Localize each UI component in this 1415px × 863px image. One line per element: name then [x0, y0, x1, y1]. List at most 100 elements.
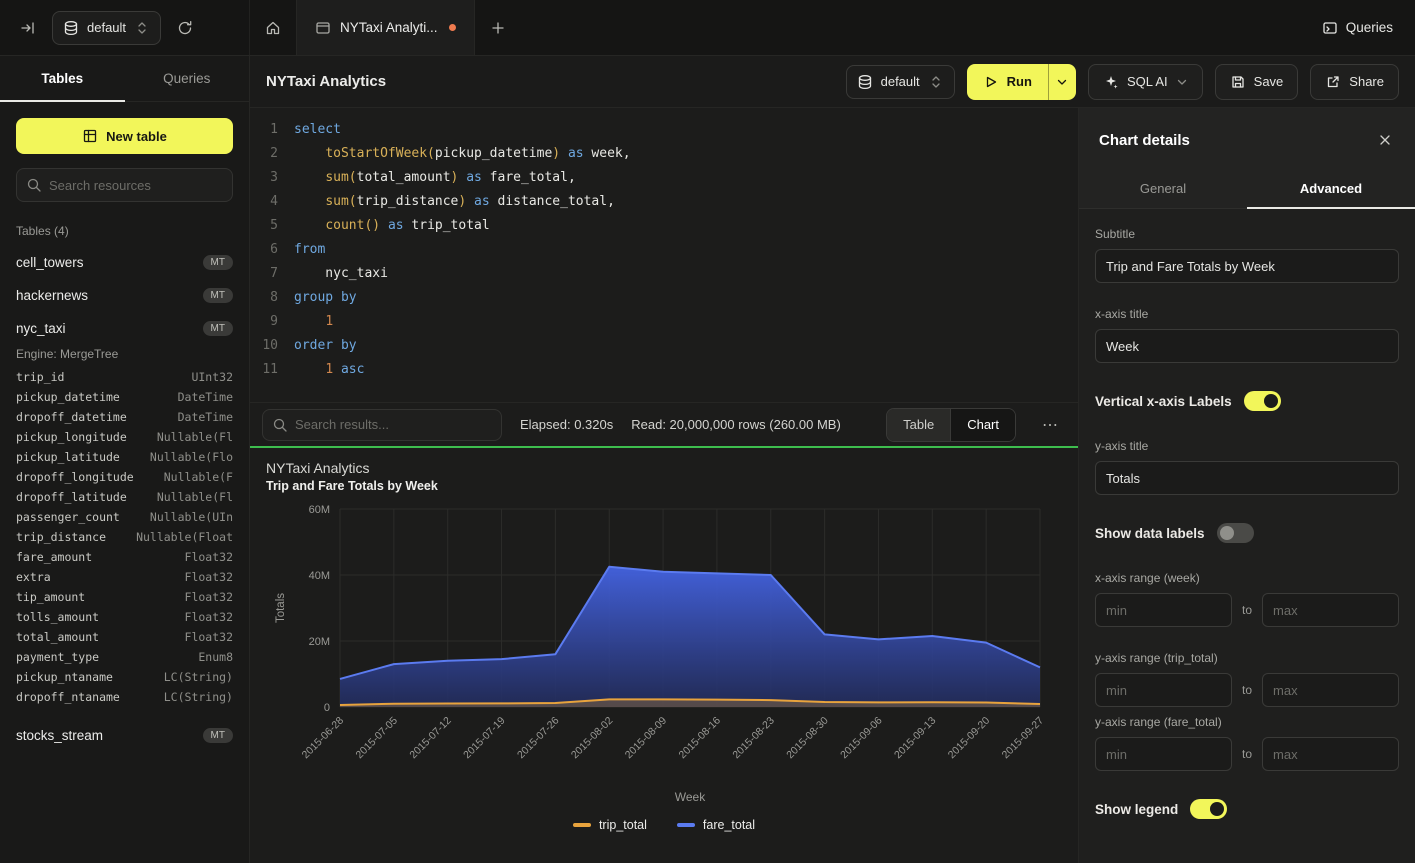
column-row[interactable]: dropoff_longitudeNullable(F — [0, 467, 249, 487]
new-tab-button[interactable] — [475, 0, 521, 55]
panel-tabs: General Advanced — [1079, 168, 1415, 209]
sidebar-tab-tables[interactable]: Tables — [0, 56, 125, 101]
view-chart-button[interactable]: Chart — [950, 409, 1015, 441]
column-name: dropoff_datetime — [16, 410, 127, 424]
yaxis-range-fare-max-input[interactable] — [1262, 737, 1399, 771]
code-text: from — [294, 238, 325, 262]
code-line[interactable]: 2 toStartOfWeek(pickup_datetime) as week… — [250, 142, 1078, 166]
column-type: DateTime — [178, 390, 233, 404]
plus-icon — [490, 20, 506, 36]
tab-advanced[interactable]: Advanced — [1247, 168, 1415, 208]
xaxis-range-min-input[interactable] — [1095, 593, 1232, 627]
show-legend-row: Show legend — [1095, 799, 1399, 819]
show-legend-toggle[interactable] — [1190, 799, 1227, 819]
svg-text:2015-08-09: 2015-08-09 — [623, 715, 670, 762]
column-row[interactable]: dropoff_latitudeNullable(Fl — [0, 487, 249, 507]
queries-button-label: Queries — [1346, 20, 1393, 35]
legend-item[interactable]: trip_total — [573, 818, 647, 832]
yaxis-range-trip-field: y-axis range (trip_total) to — [1095, 651, 1399, 707]
sql-editor[interactable]: 1select2 toStartOfWeek(pickup_datetime) … — [250, 108, 1078, 402]
column-row[interactable]: fare_amountFloat32 — [0, 547, 249, 567]
table-row[interactable]: nyc_taxiMT — [0, 312, 249, 345]
run-button[interactable]: Run — [967, 64, 1048, 100]
home-button[interactable] — [250, 0, 296, 55]
search-results-input[interactable] — [262, 409, 502, 441]
collapse-sidebar-button[interactable] — [14, 14, 42, 42]
xaxis-range-max-input[interactable] — [1262, 593, 1399, 627]
column-row[interactable]: trip_idUInt32 — [0, 367, 249, 387]
column-row[interactable]: pickup_latitudeNullable(Flo — [0, 447, 249, 467]
column-row[interactable]: dropoff_datetimeDateTime — [0, 407, 249, 427]
table-row[interactable]: hackernewsMT — [0, 279, 249, 312]
column-row[interactable]: trip_distanceNullable(Float — [0, 527, 249, 547]
database-icon — [857, 74, 873, 90]
refresh-button[interactable] — [171, 14, 199, 42]
sql-ai-label: SQL AI — [1127, 74, 1168, 89]
code-line[interactable]: 11 1 asc — [250, 358, 1078, 382]
svg-text:2015-08-30: 2015-08-30 — [784, 715, 831, 762]
tab-general[interactable]: General — [1079, 168, 1247, 208]
code-line[interactable]: 10order by — [250, 334, 1078, 358]
yaxis-range-fare-min-input[interactable] — [1095, 737, 1232, 771]
new-table-button[interactable]: New table — [16, 118, 233, 154]
column-row[interactable]: passenger_countNullable(UIn — [0, 507, 249, 527]
column-row[interactable]: dropoff_ntanameLC(String) — [0, 687, 249, 707]
code-line[interactable]: 6from — [250, 238, 1078, 262]
database-selector[interactable]: default — [52, 11, 161, 45]
code-line[interactable]: 3 sum(total_amount) as fare_total, — [250, 166, 1078, 190]
table-row[interactable]: cell_towersMT — [0, 246, 249, 279]
code-text: sum(trip_distance) as distance_total, — [294, 190, 615, 214]
table-name: hackernews — [16, 288, 88, 303]
column-row[interactable]: payment_typeEnum8 — [0, 647, 249, 667]
xaxis-title-input[interactable] — [1095, 329, 1399, 363]
collapse-sidebar-icon — [20, 20, 36, 36]
yaxis-range-trip-max-input[interactable] — [1262, 673, 1399, 707]
line-number: 4 — [250, 190, 294, 214]
code-line[interactable]: 9 1 — [250, 310, 1078, 334]
column-type: Float32 — [185, 550, 233, 564]
queries-button[interactable]: Queries — [1322, 20, 1393, 36]
column-row[interactable]: pickup_datetimeDateTime — [0, 387, 249, 407]
column-row[interactable]: extraFloat32 — [0, 567, 249, 587]
line-number: 8 — [250, 286, 294, 310]
database-selector-value: default — [87, 20, 126, 35]
show-data-labels-toggle[interactable] — [1217, 523, 1254, 543]
code-line[interactable]: 8group by — [250, 286, 1078, 310]
refresh-icon — [177, 20, 193, 36]
share-button[interactable]: Share — [1310, 64, 1399, 100]
sidebar-tab-queries[interactable]: Queries — [125, 56, 250, 101]
yaxis-title-input[interactable] — [1095, 461, 1399, 495]
column-name: pickup_latitude — [16, 450, 120, 464]
column-name: pickup_longitude — [16, 430, 127, 444]
view-table-button[interactable]: Table — [887, 409, 950, 441]
sql-ai-button[interactable]: SQL AI — [1088, 64, 1203, 100]
column-row[interactable]: tip_amountFloat32 — [0, 587, 249, 607]
yaxis-range-fare-field: y-axis range (fare_total) to — [1095, 715, 1399, 771]
share-button-label: Share — [1349, 74, 1384, 89]
code-line[interactable]: 5 count() as trip_total — [250, 214, 1078, 238]
table-row[interactable]: stocks_streamMT — [0, 719, 249, 752]
svg-text:2015-07-19: 2015-07-19 — [461, 715, 508, 762]
chart-details-panel: Chart details General Advanced Subtitle — [1078, 108, 1415, 863]
column-name: payment_type — [16, 650, 99, 664]
run-options-button[interactable] — [1048, 64, 1076, 100]
vertical-xaxis-labels-toggle[interactable] — [1244, 391, 1281, 411]
more-options-button[interactable]: ⋯ — [1034, 411, 1066, 439]
results-chart[interactable]: 020M40M60M2015-06-282015-07-052015-07-12… — [266, 495, 1058, 813]
close-panel-button[interactable] — [1375, 130, 1395, 150]
column-row[interactable]: tolls_amountFloat32 — [0, 607, 249, 627]
column-row[interactable]: pickup_ntanameLC(String) — [0, 667, 249, 687]
tab-nytaxi-analytics[interactable]: NYTaxi Analyti... — [296, 0, 475, 55]
sidebar: Tables Queries New table Tables (4) cell… — [0, 56, 250, 863]
code-line[interactable]: 7 nyc_taxi — [250, 262, 1078, 286]
legend-item[interactable]: fare_total — [677, 818, 755, 832]
search-resources-input[interactable] — [16, 168, 233, 202]
query-database-selector[interactable]: default — [846, 65, 955, 99]
code-line[interactable]: 1select — [250, 118, 1078, 142]
column-row[interactable]: pickup_longitudeNullable(Fl — [0, 427, 249, 447]
code-line[interactable]: 4 sum(trip_distance) as distance_total, — [250, 190, 1078, 214]
save-button[interactable]: Save — [1215, 64, 1299, 100]
yaxis-range-trip-min-input[interactable] — [1095, 673, 1232, 707]
column-row[interactable]: total_amountFloat32 — [0, 627, 249, 647]
subtitle-input[interactable] — [1095, 249, 1399, 283]
